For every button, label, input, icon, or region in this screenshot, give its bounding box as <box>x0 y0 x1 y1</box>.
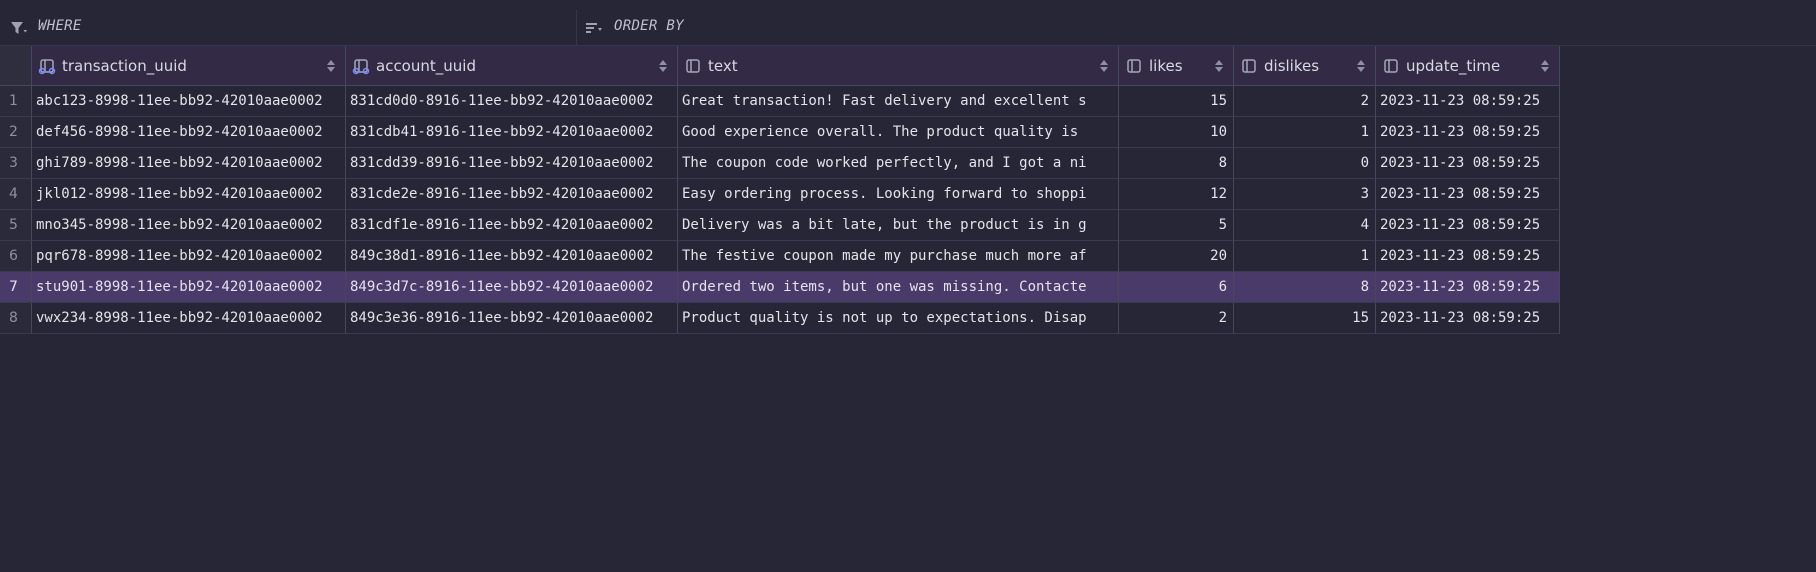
cell-update_time[interactable]: 2023-11-23 08:59:25 <box>1376 148 1560 179</box>
column-icon <box>686 59 700 73</box>
cell-account_uuid[interactable]: 831cdb41-8916-11ee-bb92-42010aae0002 <box>346 117 678 148</box>
cell-account_uuid[interactable]: 849c3e36-8916-11ee-bb92-42010aae0002 <box>346 303 678 334</box>
column-header-label: account_uuid <box>376 57 476 75</box>
cell-likes[interactable]: 15 <box>1119 86 1234 117</box>
row-number[interactable]: 3 <box>0 148 32 179</box>
key-column-icon <box>38 59 56 75</box>
column-header-label: text <box>708 57 738 75</box>
cell-update_time[interactable]: 2023-11-23 08:59:25 <box>1376 272 1560 303</box>
cell-likes[interactable]: 2 <box>1119 303 1234 334</box>
row-number[interactable]: 1 <box>0 86 32 117</box>
cell-dislikes[interactable]: 8 <box>1234 272 1376 303</box>
cell-transaction_uuid[interactable]: abc123-8998-11ee-bb92-42010aae0002 <box>32 86 346 117</box>
cell-transaction_uuid[interactable]: ghi789-8998-11ee-bb92-42010aae0002 <box>32 148 346 179</box>
table-row[interactable]: 2 def456-8998-11ee-bb92-42010aae0002 831cd… <box>0 117 1560 148</box>
cell-transaction_uuid[interactable]: pqr678-8998-11ee-bb92-42010aae0002 <box>32 241 346 272</box>
cell-dislikes[interactable]: 4 <box>1234 210 1376 241</box>
sort-icon <box>586 23 602 33</box>
column-header-label: update_time <box>1406 57 1501 75</box>
cell-text[interactable]: Ordered two items, but one was missing. … <box>678 272 1119 303</box>
cell-dislikes[interactable]: 1 <box>1234 117 1376 148</box>
cell-transaction_uuid[interactable]: stu901-8998-11ee-bb92-42010aae0002 <box>32 272 346 303</box>
cell-text[interactable]: Easy ordering process. Looking forward t… <box>678 179 1119 210</box>
cell-account_uuid[interactable]: 831cde2e-8916-11ee-bb92-42010aae0002 <box>346 179 678 210</box>
cell-transaction_uuid[interactable]: def456-8998-11ee-bb92-42010aae0002 <box>32 117 346 148</box>
cell-account_uuid[interactable]: 831cdf1e-8916-11ee-bb92-42010aae0002 <box>346 210 678 241</box>
cell-transaction_uuid[interactable]: vwx234-8998-11ee-bb92-42010aae0002 <box>32 303 346 334</box>
row-number[interactable]: 8 <box>0 303 32 334</box>
column-header-text[interactable]: text <box>678 46 1119 86</box>
cell-dislikes[interactable]: 0 <box>1234 148 1376 179</box>
cell-update_time[interactable]: 2023-11-23 08:59:25 <box>1376 179 1560 210</box>
cell-account_uuid[interactable]: 831cd0d0-8916-11ee-bb92-42010aae0002 <box>346 86 678 117</box>
cell-text[interactable]: Delivery was a bit late, but the product… <box>678 210 1119 241</box>
column-icon <box>1384 59 1398 73</box>
table-row[interactable]: 5 mno345-8998-11ee-bb92-42010aae0002 831cd… <box>0 210 1560 241</box>
cell-account_uuid[interactable]: 831cdd39-8916-11ee-bb92-42010aae0002 <box>346 148 678 179</box>
table-row[interactable]: 3 ghi789-8998-11ee-bb92-42010aae0002 831cd… <box>0 148 1560 179</box>
cell-text[interactable]: Good experience overall. The product qua… <box>678 117 1119 148</box>
cell-account_uuid[interactable]: 849c38d1-8916-11ee-bb92-42010aae0002 <box>346 241 678 272</box>
table-row[interactable]: 7 stu901-8998-11ee-bb92-42010aae0002 849c3… <box>0 272 1560 303</box>
cell-update_time[interactable]: 2023-11-23 08:59:25 <box>1376 210 1560 241</box>
cell-likes[interactable]: 10 <box>1119 117 1234 148</box>
column-header-transaction_uuid[interactable]: transaction_uuid <box>32 46 346 86</box>
sort-toggle-icon[interactable] <box>327 60 335 72</box>
column-header-dislikes[interactable]: dislikes <box>1234 46 1376 86</box>
cell-update_time[interactable]: 2023-11-23 08:59:25 <box>1376 117 1560 148</box>
filter-bar: WHERE ORDER BY <box>0 10 1816 46</box>
row-number[interactable]: 2 <box>0 117 32 148</box>
cell-account_uuid[interactable]: 849c3d7c-8916-11ee-bb92-42010aae0002 <box>346 272 678 303</box>
sort-toggle-icon[interactable] <box>659 60 667 72</box>
cell-transaction_uuid[interactable]: mno345-8998-11ee-bb92-42010aae0002 <box>32 210 346 241</box>
column-icon <box>1127 59 1141 73</box>
cell-likes[interactable]: 5 <box>1119 210 1234 241</box>
table-row[interactable]: 4 jkl012-8998-11ee-bb92-42010aae0002 831cd… <box>0 179 1560 210</box>
orderby-label: ORDER BY <box>614 18 684 34</box>
sort-toggle-icon[interactable] <box>1541 60 1549 72</box>
cell-likes[interactable]: 6 <box>1119 272 1234 303</box>
filter-icon <box>11 22 27 34</box>
column-header-likes[interactable]: likes <box>1119 46 1234 86</box>
cell-update_time[interactable]: 2023-11-23 08:59:25 <box>1376 241 1560 272</box>
column-icon <box>1242 59 1256 73</box>
cell-likes[interactable]: 8 <box>1119 148 1234 179</box>
row-number[interactable]: 6 <box>0 241 32 272</box>
cell-text[interactable]: Great transaction! Fast delivery and exc… <box>678 86 1119 117</box>
sort-toggle-icon[interactable] <box>1100 60 1108 72</box>
column-header-account_uuid[interactable]: account_uuid <box>346 46 678 86</box>
cell-text[interactable]: The festive coupon made my purchase much… <box>678 241 1119 272</box>
table-row[interactable]: 6 pqr678-8998-11ee-bb92-42010aae0002 849c3… <box>0 241 1560 272</box>
row-number-header[interactable] <box>0 46 32 86</box>
cell-text[interactable]: The coupon code worked perfectly, and I … <box>678 148 1119 179</box>
cell-dislikes[interactable]: 1 <box>1234 241 1376 272</box>
orderby-filter[interactable]: ORDER BY <box>577 10 1277 45</box>
cell-dislikes[interactable]: 15 <box>1234 303 1376 334</box>
where-label: WHERE <box>38 18 82 34</box>
sort-toggle-icon[interactable] <box>1357 60 1365 72</box>
column-header-update_time[interactable]: update_time <box>1376 46 1560 86</box>
row-number[interactable]: 4 <box>0 179 32 210</box>
cell-update_time[interactable]: 2023-11-23 08:59:25 <box>1376 303 1560 334</box>
column-header-label: dislikes <box>1264 57 1320 75</box>
table-row[interactable]: 1 abc123-8998-11ee-bb92-42010aae0002 831cd… <box>0 86 1560 117</box>
column-header-label: likes <box>1149 57 1183 75</box>
cell-dislikes[interactable]: 3 <box>1234 179 1376 210</box>
row-number[interactable]: 5 <box>0 210 32 241</box>
cell-likes[interactable]: 20 <box>1119 241 1234 272</box>
cell-transaction_uuid[interactable]: jkl012-8998-11ee-bb92-42010aae0002 <box>32 179 346 210</box>
column-header-label: transaction_uuid <box>62 57 187 75</box>
key-column-icon <box>352 59 370 75</box>
cell-likes[interactable]: 12 <box>1119 179 1234 210</box>
where-filter[interactable]: WHERE <box>0 10 577 45</box>
cell-text[interactable]: Product quality is not up to expectation… <box>678 303 1119 334</box>
sort-toggle-icon[interactable] <box>1215 60 1223 72</box>
cell-dislikes[interactable]: 2 <box>1234 86 1376 117</box>
cell-update_time[interactable]: 2023-11-23 08:59:25 <box>1376 86 1560 117</box>
table-row[interactable]: 8 vwx234-8998-11ee-bb92-42010aae0002 849c3… <box>0 303 1560 334</box>
row-number[interactable]: 7 <box>0 272 32 303</box>
